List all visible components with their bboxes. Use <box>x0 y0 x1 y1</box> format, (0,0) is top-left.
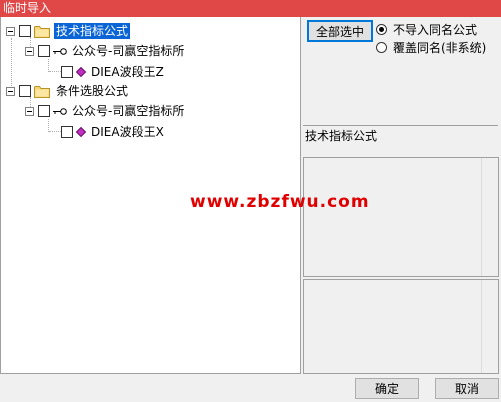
node-checkbox[interactable] <box>19 25 31 37</box>
node-checkbox[interactable] <box>38 105 50 117</box>
node-label: 公众号-司嬴空指标所 <box>72 104 185 118</box>
radio-button[interactable] <box>376 41 387 53</box>
details-box[interactable] <box>303 279 499 374</box>
node-checkbox[interactable] <box>38 45 50 57</box>
option-overwrite[interactable]: 覆盖同名(非系统) <box>376 39 486 55</box>
tree-node-public-account[interactable]: 公众号-司嬴空指标所 <box>25 102 186 120</box>
option-label: 覆盖同名(非系统) <box>393 40 487 55</box>
collapse-toggle[interactable] <box>6 26 15 36</box>
node-checkbox[interactable] <box>19 85 31 97</box>
cancel-button[interactable]: 取消 <box>435 378 499 399</box>
description-box[interactable] <box>303 157 499 277</box>
collapse-toggle[interactable] <box>25 46 34 56</box>
folder-icon <box>34 85 50 98</box>
tree-node-tech-formulas[interactable]: 技术指标公式 <box>6 22 131 40</box>
option-skip-duplicates[interactable]: 不导入同名公式 <box>376 21 477 37</box>
node-label: 公众号-司嬴空指标所 <box>72 44 185 58</box>
tree-connector <box>49 71 61 72</box>
tree-node-formula-z[interactable]: DIEA波段王Z <box>61 63 166 81</box>
option-label: 不导入同名公式 <box>393 22 478 37</box>
scrollbar[interactable] <box>481 280 498 373</box>
dialog-title: 临时导入 <box>0 0 501 17</box>
key-icon <box>53 47 67 55</box>
node-label: DIEA波段王X <box>91 125 164 139</box>
node-label: 条件选股公式 <box>56 84 129 98</box>
key-icon <box>53 107 67 115</box>
ok-button[interactable]: 确定 <box>355 378 419 399</box>
node-label: 技术指标公式 <box>54 23 131 39</box>
folder-icon <box>34 25 50 38</box>
gem-icon <box>76 67 86 77</box>
select-all-button[interactable]: 全部选中 <box>307 20 373 42</box>
import-dialog: 临时导入 技术指标公式 公众号-司嬴空指标所 DIEA波段王Z 条件选股公式 公… <box>0 0 501 402</box>
tree-connector <box>49 131 61 132</box>
tree-node-formula-x[interactable]: DIEA波段王X <box>61 123 166 141</box>
gem-icon <box>76 127 86 137</box>
selected-category-label: 技术指标公式 <box>303 125 498 157</box>
node-label: DIEA波段王Z <box>91 65 164 79</box>
node-checkbox[interactable] <box>61 126 73 138</box>
scrollbar[interactable] <box>481 158 498 276</box>
collapse-toggle[interactable] <box>25 106 34 116</box>
tree-node-stock-selection[interactable]: 条件选股公式 <box>6 82 130 100</box>
watermark-text: www.zbzfwu.com <box>190 192 370 212</box>
collapse-toggle[interactable] <box>6 86 15 96</box>
node-checkbox[interactable] <box>61 66 73 78</box>
radio-button[interactable] <box>376 23 387 35</box>
tree-node-public-account[interactable]: 公众号-司嬴空指标所 <box>25 42 186 60</box>
